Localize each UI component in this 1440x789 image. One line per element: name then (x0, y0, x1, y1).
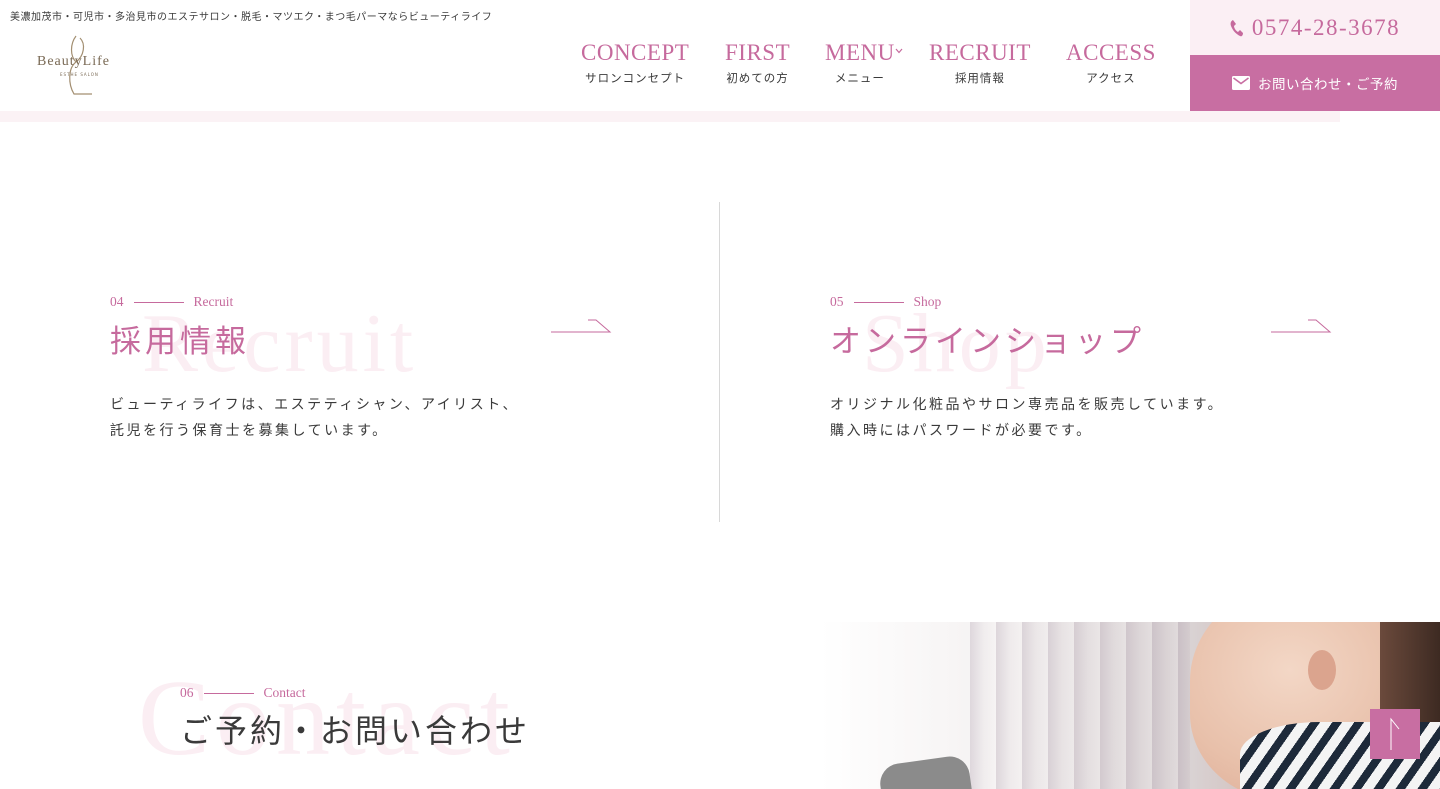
header-tagline: 美濃加茂市・可児市・多治見市のエステサロン・脱毛・マツエク・まつ毛パーマならビュ… (10, 12, 493, 23)
mail-icon (1232, 76, 1250, 90)
nav-item-concept[interactable]: CONCEPT サロンコンセプト (581, 40, 689, 86)
recruit-desc-line: ビューティライフは、エステティシャン、アイリスト、 (110, 397, 519, 413)
nav-item-recruit[interactable]: RECRUIT 採用情報 (929, 40, 1031, 86)
nav-menu-sublabel: メニュー (834, 71, 885, 85)
contact-photo (820, 622, 1440, 789)
nav-recruit-label: RECRUIT (929, 40, 1031, 65)
recruit-description: ビューティライフは、エステティシャン、アイリスト、 託児を行う保育士を募集してい… (110, 392, 519, 444)
logo-text: BeautyLife (37, 54, 110, 69)
chevron-down-icon (895, 48, 903, 54)
contact-number: 06 (180, 685, 194, 700)
contact-number-line (203, 692, 254, 694)
shop-title: オンラインショップ (830, 324, 1145, 360)
site-header: 美濃加茂市・可児市・多治見市のエステサロン・脱毛・マツエク・まつ毛パーマならビュ… (0, 0, 1440, 111)
contact-reserve-button[interactable]: お問い合わせ・ご予約 (1190, 55, 1440, 111)
photo-curtain (970, 622, 1190, 789)
contact-label: Contact (263, 685, 306, 700)
recruit-title: 採用情報 (110, 324, 250, 360)
phone-link[interactable]: 0574-28-3678 (1190, 0, 1440, 55)
nav-item-menu[interactable]: MENU メニュー (825, 40, 903, 86)
shop-card[interactable]: Shop 05 Shop オンラインショップ オリジナル化粧品やサロン専売品を販… (830, 280, 1390, 460)
recruit-number: 04 (110, 294, 124, 309)
nav-access-sublabel: アクセス (1086, 71, 1136, 85)
nav-first-sublabel: 初めての方 (726, 71, 789, 85)
nav-access-label: ACCESS (1066, 40, 1156, 65)
shop-description: オリジナル化粧品やサロン専売品を販売しています。 購入時にはパスワードが必要です… (830, 392, 1224, 444)
photo-ear (1308, 650, 1336, 690)
phone-number: 0574-28-3678 (1251, 14, 1401, 40)
nav-recruit-sublabel: 採用情報 (954, 71, 1005, 85)
recruit-number-row: 04 Recruit (110, 294, 233, 310)
nav-concept-sublabel: サロンコンセプト (585, 71, 686, 85)
nav-menu-label: MENU (825, 40, 895, 65)
contact-title: ご予約・お問い合わせ (180, 712, 531, 750)
arrow-up-icon (1390, 717, 1400, 750)
shop-desc-line: オリジナル化粧品やサロン専売品を販売しています。 (830, 397, 1225, 413)
arrow-right-icon (551, 319, 612, 333)
shop-label: Shop (913, 294, 942, 309)
shop-number: 05 (830, 294, 844, 309)
back-to-top-button[interactable] (1370, 709, 1420, 759)
shop-number-row: 05 Shop (830, 294, 941, 310)
contact-button-label: お問い合わせ・ご予約 (1258, 77, 1398, 93)
card-divider (719, 202, 720, 522)
arrow-right-icon (1271, 319, 1332, 333)
photo-laptop (877, 753, 973, 789)
recruit-card[interactable]: Recruit 04 Recruit 採用情報 ビューティライフは、エステティシ… (110, 280, 670, 460)
shop-number-line (853, 301, 904, 303)
nav-first-label: FIRST (725, 40, 791, 65)
header-divider (0, 111, 1340, 122)
nav-item-first[interactable]: FIRST 初めての方 (725, 40, 790, 86)
recruit-label: Recruit (193, 294, 234, 309)
recruit-desc-line: 託児を行う保育士を募集しています。 (110, 423, 389, 439)
logo-subtext: ESTHE SALON (60, 72, 99, 77)
shop-desc-line: 購入時にはパスワードが必要です。 (830, 423, 1093, 439)
phone-icon (1230, 19, 1243, 36)
site-logo[interactable]: BeautyLife ESTHE SALON (36, 34, 146, 98)
nav-concept-label: CONCEPT (581, 40, 690, 65)
contact-number-row: 06 Contact (180, 685, 306, 701)
nav-item-access[interactable]: ACCESS アクセス (1066, 40, 1156, 86)
recruit-number-line (133, 301, 184, 303)
